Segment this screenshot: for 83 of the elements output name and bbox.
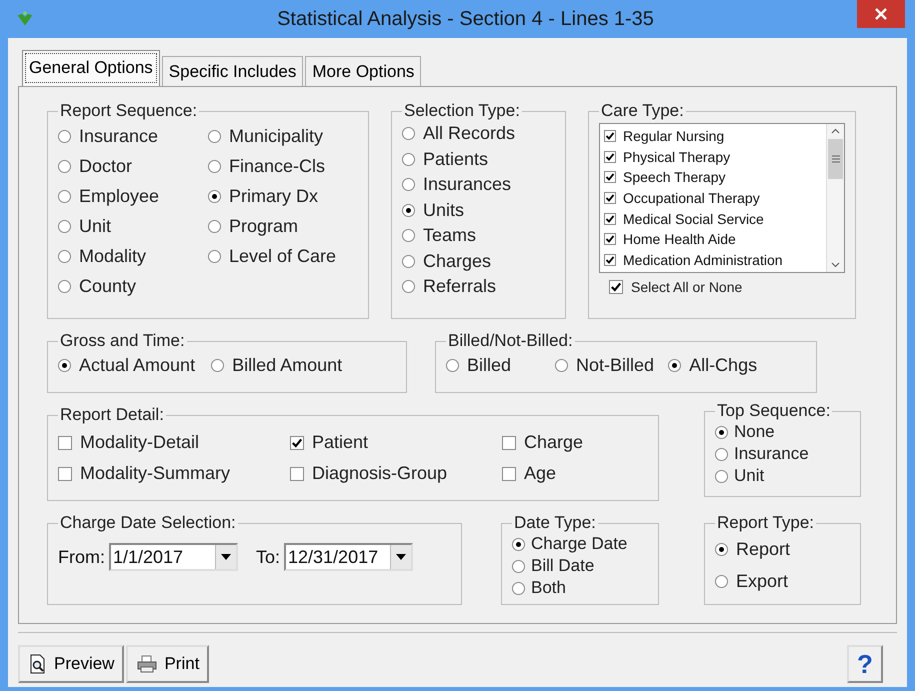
radio-option[interactable]: Modality — [58, 241, 208, 271]
group-label: Selection Type: — [403, 101, 521, 121]
radio-option[interactable]: Charge Date — [512, 533, 648, 555]
radio-option[interactable]: Unit — [715, 465, 850, 487]
group-label: Top Sequence: — [716, 401, 832, 421]
radio-option[interactable]: Employee — [58, 181, 208, 211]
checkbox-option[interactable]: Modality-Detail — [58, 427, 290, 458]
radio-option[interactable]: Finance-Cls — [208, 151, 358, 181]
from-label: From: — [58, 546, 105, 568]
checkbox-option[interactable]: Modality-Summary — [58, 458, 290, 489]
radio-option[interactable]: Program — [208, 211, 358, 241]
group-label: Gross and Time: — [59, 331, 186, 351]
checkmark-icon — [605, 152, 615, 162]
checkmark-icon — [605, 254, 615, 265]
radio-option[interactable]: Primary Dx — [208, 181, 358, 211]
checkmark-icon — [605, 214, 615, 224]
radio-option[interactable]: Billed Amount — [211, 355, 342, 376]
radio-option[interactable]: Billed — [446, 355, 512, 376]
checkbox-option[interactable]: Diagnosis-Group — [290, 458, 502, 489]
radio-option[interactable]: Teams — [402, 223, 555, 248]
radio-option[interactable]: All Records — [402, 121, 555, 146]
tab[interactable]: Specific Includes — [162, 56, 304, 86]
checkbox-option[interactable]: Age — [502, 458, 642, 489]
radio-option[interactable]: Patients — [402, 146, 555, 172]
tab[interactable]: General Options — [22, 50, 160, 86]
radio-option[interactable]: None — [715, 421, 850, 443]
checkmark-icon — [610, 281, 622, 293]
radio-option[interactable]: All-Chgs — [668, 355, 758, 376]
close-icon — [874, 7, 888, 21]
radio-option[interactable]: Bill Date — [512, 555, 648, 577]
printer-icon — [136, 654, 158, 674]
radio-option[interactable]: Insurance — [58, 121, 208, 151]
list-checkbox-item[interactable]: Medication Administration — [604, 249, 822, 270]
checkmark-icon — [605, 131, 615, 142]
radio-option[interactable]: Units — [402, 198, 555, 223]
radio-option[interactable]: County — [58, 271, 208, 301]
radio-option[interactable]: Unit — [58, 211, 208, 241]
scrollbar[interactable] — [826, 124, 844, 272]
dropdown-arrow-icon — [395, 553, 408, 561]
radio-option[interactable]: Report — [715, 533, 850, 565]
list-checkbox-item[interactable]: Speech Therapy — [604, 167, 822, 188]
app-icon — [16, 11, 34, 27]
radio-option[interactable]: Not-Billed — [555, 355, 654, 376]
list-checkbox-item[interactable]: Occupational Therapy — [604, 188, 822, 208]
group-label: Report Sequence: — [59, 101, 198, 121]
close-button[interactable] — [857, 0, 905, 28]
radio-option[interactable]: Export — [715, 565, 850, 597]
group-label: Billed/Not-Billed: — [447, 331, 574, 351]
tab[interactable]: More Options — [305, 56, 422, 86]
select-all-checkbox[interactable]: Select All or None — [609, 279, 845, 295]
list-checkbox-item[interactable]: Medical Social Service — [604, 208, 822, 229]
grip-icon — [830, 155, 840, 163]
dropdown-arrow-icon — [220, 553, 232, 561]
radio-option[interactable]: Charges — [402, 248, 555, 274]
radio-option[interactable]: Insurance — [715, 443, 850, 465]
radio-option[interactable]: Level of Care — [208, 241, 358, 271]
list-checkbox-item[interactable]: Home Health Aide — [604, 228, 822, 250]
checkbox-option[interactable]: Charge — [502, 427, 642, 458]
group-label: Charge Date Selection: — [59, 513, 237, 533]
window-title: Statistical Analysis - Section 4 - Lines 1-35 — [276, 8, 655, 30]
radio-option[interactable]: Referrals — [402, 274, 555, 300]
checkmark-icon — [605, 172, 615, 182]
checkmark-icon — [605, 193, 615, 204]
print-button[interactable]: Print — [126, 645, 210, 683]
to-label: To: — [256, 546, 280, 568]
checkmark-icon — [605, 234, 615, 244]
group-label: Report Type: — [716, 513, 816, 533]
checkbox-option[interactable]: Patient — [290, 427, 502, 458]
checkmark-icon — [291, 436, 303, 448]
group-label: Date Type: — [513, 513, 597, 533]
date-dropdown[interactable]: 1/1/2017 — [109, 543, 238, 571]
radio-option[interactable]: Insurances — [402, 172, 555, 198]
preview-button[interactable]: Preview — [18, 645, 124, 683]
radio-option[interactable]: Doctor — [58, 151, 208, 181]
help-button[interactable]: ? — [847, 645, 883, 683]
list-checkbox-item[interactable]: Regular Nursing — [604, 126, 822, 147]
group-label: Care Type: — [600, 101, 685, 121]
radio-option[interactable]: Actual Amount — [58, 355, 196, 376]
radio-option[interactable]: Municipality — [208, 121, 358, 151]
group-label: Report Detail: — [59, 405, 165, 425]
date-dropdown[interactable]: 12/31/2017 — [284, 543, 414, 571]
list-checkbox-item[interactable]: Physical Therapy — [604, 146, 822, 168]
radio-option[interactable]: Both — [512, 577, 648, 599]
